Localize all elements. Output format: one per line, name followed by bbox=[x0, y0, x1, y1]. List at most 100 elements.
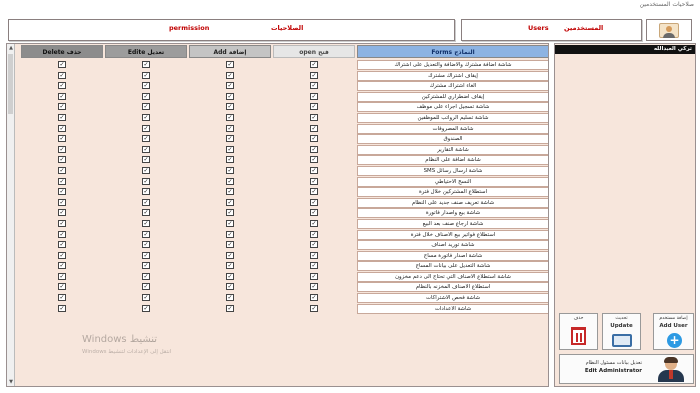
add-checkbox[interactable]: ✓ bbox=[226, 135, 234, 143]
add-checkbox[interactable]: ✓ bbox=[226, 188, 234, 196]
edit-checkbox[interactable]: ✓ bbox=[142, 92, 150, 100]
add-checkbox[interactable]: ✓ bbox=[226, 219, 234, 227]
add-checkbox[interactable]: ✓ bbox=[226, 177, 234, 185]
open-checkbox[interactable]: ✓ bbox=[310, 124, 318, 132]
add-checkbox[interactable]: ✓ bbox=[226, 209, 234, 217]
open-checkbox[interactable]: ✓ bbox=[310, 92, 318, 100]
add-checkbox[interactable]: ✓ bbox=[226, 82, 234, 90]
edit-checkbox[interactable]: ✓ bbox=[142, 145, 150, 153]
update-button[interactable]: تحديث Update bbox=[602, 313, 641, 350]
edit-checkbox[interactable]: ✓ bbox=[142, 71, 150, 79]
add-user-button[interactable]: إضافة مستخدم Add User + bbox=[653, 313, 694, 350]
open-checkbox[interactable]: ✓ bbox=[310, 177, 318, 185]
add-checkbox[interactable]: ✓ bbox=[226, 124, 234, 132]
open-checkbox[interactable]: ✓ bbox=[310, 304, 318, 312]
open-checkbox[interactable]: ✓ bbox=[310, 283, 318, 291]
delete-checkbox[interactable]: ✓ bbox=[58, 113, 66, 121]
delete-checkbox[interactable]: ✓ bbox=[58, 304, 66, 312]
edit-checkbox[interactable]: ✓ bbox=[142, 283, 150, 291]
open-checkbox[interactable]: ✓ bbox=[310, 103, 318, 111]
delete-checkbox[interactable]: ✓ bbox=[58, 241, 66, 249]
delete-checkbox[interactable]: ✓ bbox=[58, 230, 66, 238]
open-checkbox[interactable]: ✓ bbox=[310, 262, 318, 270]
grid-scrollbar[interactable]: ▲ ▼ bbox=[7, 44, 15, 386]
edit-checkbox[interactable]: ✓ bbox=[142, 219, 150, 227]
open-checkbox[interactable]: ✓ bbox=[310, 251, 318, 259]
open-checkbox[interactable]: ✓ bbox=[310, 145, 318, 153]
delete-checkbox[interactable]: ✓ bbox=[58, 145, 66, 153]
delete-checkbox[interactable]: ✓ bbox=[58, 177, 66, 185]
open-checkbox[interactable]: ✓ bbox=[310, 61, 318, 68]
open-checkbox[interactable]: ✓ bbox=[310, 71, 318, 79]
delete-checkbox[interactable]: ✓ bbox=[58, 156, 66, 164]
open-checkbox[interactable]: ✓ bbox=[310, 198, 318, 206]
add-checkbox[interactable]: ✓ bbox=[226, 103, 234, 111]
delete-checkbox[interactable]: ✓ bbox=[58, 198, 66, 206]
edit-checkbox[interactable]: ✓ bbox=[142, 135, 150, 143]
open-checkbox[interactable]: ✓ bbox=[310, 241, 318, 249]
edit-checkbox[interactable]: ✓ bbox=[142, 166, 150, 174]
add-checkbox[interactable]: ✓ bbox=[226, 262, 234, 270]
edit-administrator-button[interactable]: تعديل بيانات مسئول النظام Edit Administr… bbox=[559, 354, 694, 384]
edit-checkbox[interactable]: ✓ bbox=[142, 241, 150, 249]
add-checkbox[interactable]: ✓ bbox=[226, 230, 234, 238]
add-checkbox[interactable]: ✓ bbox=[226, 71, 234, 79]
scroll-thumb[interactable] bbox=[8, 54, 13, 114]
delete-checkbox[interactable]: ✓ bbox=[58, 124, 66, 132]
delete-checkbox[interactable]: ✓ bbox=[58, 135, 66, 143]
edit-checkbox[interactable]: ✓ bbox=[142, 156, 150, 164]
edit-checkbox[interactable]: ✓ bbox=[142, 177, 150, 185]
open-checkbox[interactable]: ✓ bbox=[310, 166, 318, 174]
column-header-forms[interactable]: Forms النماذج bbox=[357, 45, 548, 58]
column-header-add[interactable]: Add إضافة bbox=[189, 45, 271, 58]
open-checkbox[interactable]: ✓ bbox=[310, 113, 318, 121]
add-checkbox[interactable]: ✓ bbox=[226, 61, 234, 68]
edit-checkbox[interactable]: ✓ bbox=[142, 103, 150, 111]
add-checkbox[interactable]: ✓ bbox=[226, 251, 234, 259]
delete-user-button[interactable]: حذف bbox=[559, 313, 598, 350]
add-checkbox[interactable]: ✓ bbox=[226, 92, 234, 100]
delete-checkbox[interactable]: ✓ bbox=[58, 82, 66, 90]
delete-checkbox[interactable]: ✓ bbox=[58, 61, 66, 68]
edit-checkbox[interactable]: ✓ bbox=[142, 188, 150, 196]
edit-checkbox[interactable]: ✓ bbox=[142, 304, 150, 312]
add-checkbox[interactable]: ✓ bbox=[226, 156, 234, 164]
add-checkbox[interactable]: ✓ bbox=[226, 145, 234, 153]
delete-checkbox[interactable]: ✓ bbox=[58, 272, 66, 280]
delete-checkbox[interactable]: ✓ bbox=[58, 251, 66, 259]
edit-checkbox[interactable]: ✓ bbox=[142, 198, 150, 206]
add-checkbox[interactable]: ✓ bbox=[226, 304, 234, 312]
user-list-item[interactable]: تركي العبدالله bbox=[555, 45, 695, 54]
edit-checkbox[interactable]: ✓ bbox=[142, 124, 150, 132]
edit-checkbox[interactable]: ✓ bbox=[142, 230, 150, 238]
delete-checkbox[interactable]: ✓ bbox=[58, 188, 66, 196]
delete-checkbox[interactable]: ✓ bbox=[58, 262, 66, 270]
edit-checkbox[interactable]: ✓ bbox=[142, 294, 150, 302]
column-header-open[interactable]: open فتح bbox=[273, 45, 355, 58]
delete-checkbox[interactable]: ✓ bbox=[58, 103, 66, 111]
open-checkbox[interactable]: ✓ bbox=[310, 294, 318, 302]
edit-checkbox[interactable]: ✓ bbox=[142, 251, 150, 259]
column-header-edit[interactable]: Edite تعديل bbox=[105, 45, 187, 58]
delete-checkbox[interactable]: ✓ bbox=[58, 209, 66, 217]
column-header-delete[interactable]: Delete حذف bbox=[21, 45, 103, 58]
open-checkbox[interactable]: ✓ bbox=[310, 209, 318, 217]
edit-checkbox[interactable]: ✓ bbox=[142, 113, 150, 121]
scroll-up-icon[interactable]: ▲ bbox=[7, 44, 15, 52]
add-checkbox[interactable]: ✓ bbox=[226, 198, 234, 206]
delete-checkbox[interactable]: ✓ bbox=[58, 294, 66, 302]
delete-checkbox[interactable]: ✓ bbox=[58, 92, 66, 100]
delete-checkbox[interactable]: ✓ bbox=[58, 71, 66, 79]
edit-checkbox[interactable]: ✓ bbox=[142, 272, 150, 280]
open-checkbox[interactable]: ✓ bbox=[310, 219, 318, 227]
open-checkbox[interactable]: ✓ bbox=[310, 82, 318, 90]
delete-checkbox[interactable]: ✓ bbox=[58, 283, 66, 291]
open-checkbox[interactable]: ✓ bbox=[310, 135, 318, 143]
add-checkbox[interactable]: ✓ bbox=[226, 113, 234, 121]
delete-checkbox[interactable]: ✓ bbox=[58, 219, 66, 227]
edit-checkbox[interactable]: ✓ bbox=[142, 82, 150, 90]
edit-checkbox[interactable]: ✓ bbox=[142, 61, 150, 68]
open-checkbox[interactable]: ✓ bbox=[310, 272, 318, 280]
open-checkbox[interactable]: ✓ bbox=[310, 230, 318, 238]
open-checkbox[interactable]: ✓ bbox=[310, 156, 318, 164]
